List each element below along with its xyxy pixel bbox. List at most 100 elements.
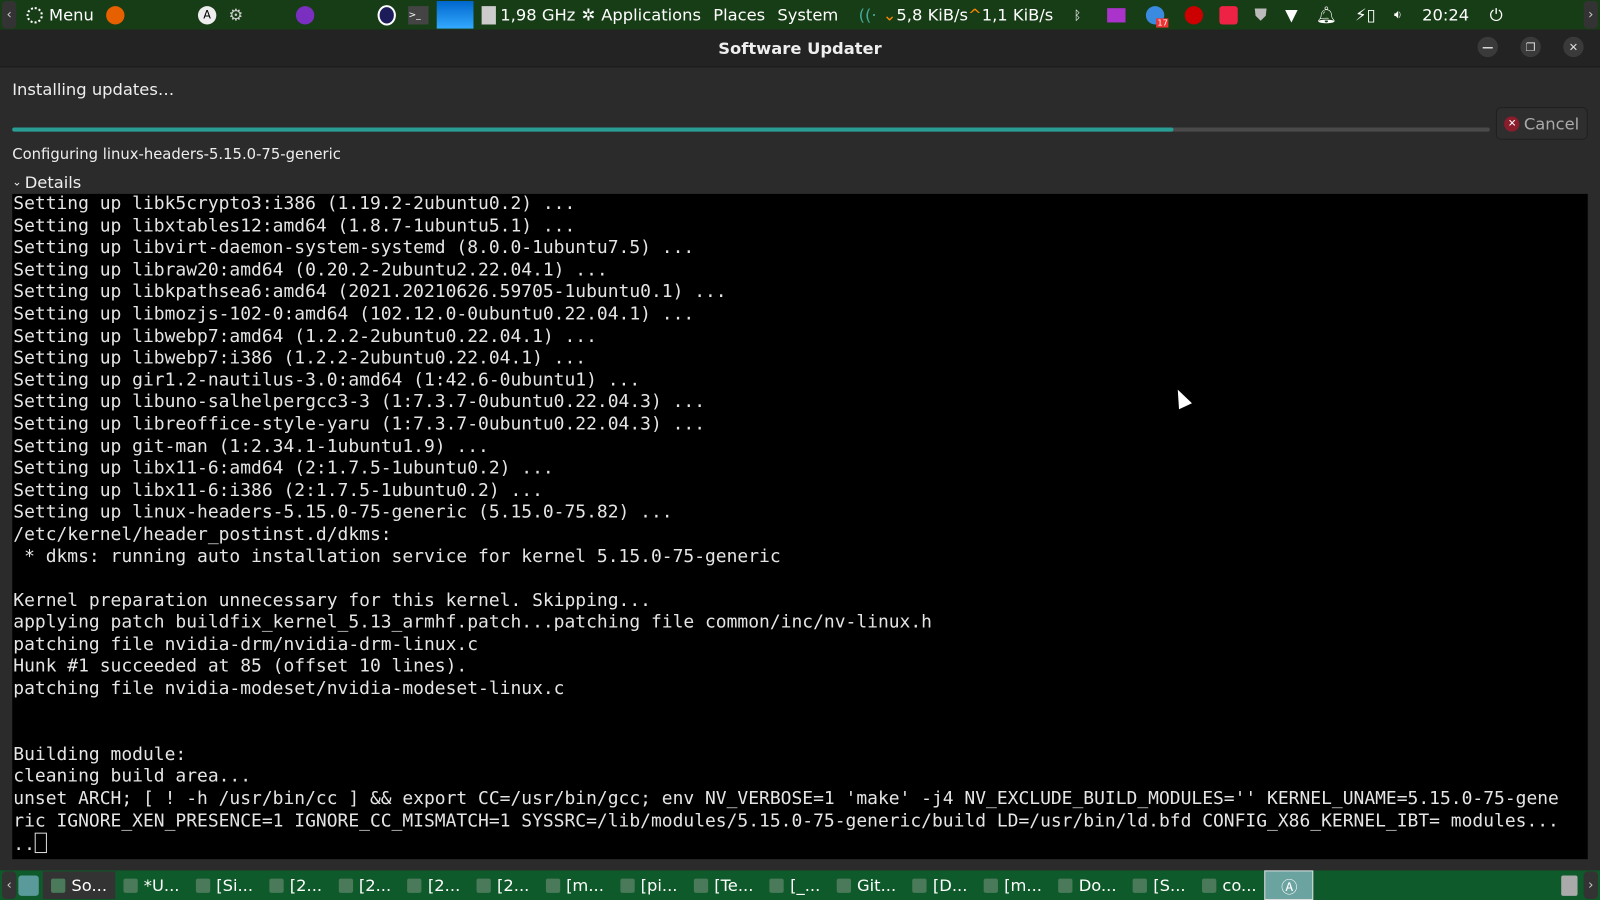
zip-icon bbox=[1201, 878, 1217, 893]
terminal-line: * dkms: running auto installation servic… bbox=[12, 546, 1587, 568]
taskbar-item[interactable]: *U... bbox=[115, 871, 187, 899]
terminal-cursor bbox=[34, 832, 48, 854]
terminal-line-text: cleaning build area... bbox=[13, 766, 252, 788]
wifi-signal-icon[interactable]: ▼ bbox=[1285, 5, 1298, 24]
audio-recorder-icon[interactable] bbox=[1107, 7, 1126, 22]
battery-icon[interactable]: ⚡▯ bbox=[1355, 5, 1375, 24]
image-icon bbox=[407, 878, 422, 893]
taskbar-item[interactable]: [pi... bbox=[612, 871, 686, 899]
show-desktop-icon[interactable] bbox=[18, 874, 39, 896]
terminal-line-text: ric IGNORE_XEN_PRESENCE=1 IGNORE_CC_MISM… bbox=[13, 810, 1559, 832]
terminal-line: patching file nvidia-drm/nvidia-drm-linu… bbox=[12, 635, 1587, 657]
taskbar-item[interactable]: [D... bbox=[904, 871, 975, 899]
minimize-button[interactable]: — bbox=[1477, 36, 1498, 58]
taskbar: ‹ So... *U... [Si... [2... [2... [2... [2... [m… bbox=[0, 870, 1600, 900]
terminal-line: Setting up libvirt-daemon-system-systemd… bbox=[12, 238, 1587, 260]
terminal-line: Setting up libwebp7:amd64 (1.2.2-2ubuntu… bbox=[12, 326, 1587, 348]
taskbar-item[interactable]: [2... bbox=[468, 871, 537, 899]
notifications-app-icon[interactable]: 17 bbox=[1146, 5, 1169, 28]
taskbar-item[interactable]: [Si... bbox=[188, 871, 262, 899]
applications-menu[interactable]: ✲ Applications bbox=[581, 5, 701, 24]
tor-browser-icon[interactable] bbox=[296, 5, 315, 24]
taskbar-item[interactable]: [m... bbox=[976, 871, 1051, 899]
window-titlebar: Software Updater — ❐ ✕ bbox=[0, 29, 1600, 68]
close-button[interactable]: ✕ bbox=[1563, 36, 1584, 58]
taskbar-item-label: [m... bbox=[1004, 875, 1042, 895]
record-icon[interactable] bbox=[1185, 5, 1204, 24]
gears-icon[interactable]: ⚙ bbox=[229, 5, 244, 24]
image-icon bbox=[269, 878, 284, 893]
details-expander[interactable]: ⌄ Details bbox=[12, 172, 81, 191]
panel-left-arrow-button[interactable]: ‹ bbox=[2, 1, 17, 29]
folder-icon bbox=[912, 878, 927, 893]
cpu-frequency: 1,98 GHz bbox=[500, 5, 576, 25]
clock[interactable]: 20:24 bbox=[1422, 5, 1469, 24]
terminal-line-text: .. bbox=[13, 834, 35, 856]
opera-icon[interactable] bbox=[377, 4, 397, 25]
terminal-line: Setting up libx11-6:amd64 (2:1.7.5-1ubun… bbox=[12, 458, 1587, 480]
upload-arrow-icon: ^ bbox=[968, 5, 982, 25]
terminal-line: Setting up libkpathsea6:amd64 (2021.2021… bbox=[12, 282, 1587, 304]
configuring-text: Configuring linux-headers-5.15.0-75-gene… bbox=[12, 146, 341, 164]
shield-icon[interactable]: ⛊ bbox=[1255, 5, 1267, 25]
taskbar-item[interactable]: Do... bbox=[1050, 871, 1125, 899]
terminal-line-text: Hunk #1 succeeded at 85 (offset 10 lines… bbox=[13, 656, 468, 678]
terminal-line-text: Setting up libuno-salhelpergcc3-3 (1:7.3… bbox=[13, 392, 706, 413]
archive-icon bbox=[983, 878, 999, 893]
taskbar-item-label: *U... bbox=[143, 875, 180, 895]
taskbar-item[interactable]: [S... bbox=[1125, 871, 1194, 899]
power-icon[interactable]: ⏻ bbox=[1490, 5, 1503, 25]
taskbar-item[interactable]: [2... bbox=[261, 871, 330, 899]
wifi-icon[interactable]: ((· bbox=[859, 5, 877, 24]
text-editor-icon bbox=[123, 878, 138, 893]
terminal-line-text: Setting up git-man (1:2.34.1-1ubuntu1.9)… bbox=[13, 436, 489, 457]
taskbar-item-label: So... bbox=[71, 875, 108, 895]
terminal-line-text: Setting up libxtables12:amd64 (1.8.7-1ub… bbox=[13, 215, 576, 237]
terminal-line-text: Setting up libwebp7:i386 (1.2.2-2ubuntu0… bbox=[13, 348, 587, 369]
volume-icon[interactable]: 🔉︎ bbox=[1394, 7, 1402, 22]
taskbar-item[interactable]: [2... bbox=[399, 871, 468, 899]
taskbar-right-arrow-button[interactable]: › bbox=[1583, 871, 1598, 899]
terminal-line: cleaning build area... bbox=[12, 767, 1587, 789]
taskbar-item[interactable]: Git... bbox=[828, 871, 904, 899]
taskbar-item[interactable]: [Te... bbox=[686, 871, 762, 899]
terminal-line-text: Kernel preparation unnecessary for this … bbox=[13, 590, 651, 611]
taskbar-item[interactable]: [2... bbox=[330, 871, 399, 899]
terminal-line: Setting up gir1.2-nautilus-3.0:amd64 (1:… bbox=[12, 370, 1587, 392]
status-text: Installing updates… bbox=[12, 79, 175, 99]
firefox-icon[interactable] bbox=[106, 5, 125, 24]
terminal-line: Setting up libraw20:amd64 (0.20.2-2ubunt… bbox=[12, 260, 1587, 282]
cancel-button[interactable]: ✕ Cancel bbox=[1495, 107, 1588, 140]
screen: ‹ Menu A ⚙ >_ 1,98 GHz ✲ Applications Pla… bbox=[0, 0, 1600, 900]
taskbar-item-label: [m... bbox=[566, 875, 604, 895]
taskbar-left-arrow-button[interactable]: ‹ bbox=[2, 871, 17, 899]
software-updater-icon[interactable]: A bbox=[197, 5, 217, 24]
taskbar-item-label: [Si... bbox=[216, 875, 254, 895]
panel-right-arrow-button[interactable]: › bbox=[1583, 1, 1598, 29]
bluetooth-icon[interactable]: ᛒ bbox=[1074, 8, 1081, 22]
places-menu[interactable]: Places bbox=[713, 5, 765, 24]
main-menu-button[interactable]: Menu bbox=[26, 5, 94, 24]
blocker-icon[interactable] bbox=[1219, 5, 1239, 24]
software-updater-icon bbox=[51, 878, 66, 893]
telegram-icon bbox=[693, 878, 709, 893]
terminal-line-text: patching file nvidia-modeset/nvidia-mode… bbox=[13, 678, 565, 700]
taskbar-item[interactable]: co... bbox=[1194, 871, 1265, 899]
terminal-icon[interactable]: >_ bbox=[408, 5, 429, 24]
trash-icon[interactable] bbox=[1561, 874, 1578, 896]
terminal-line-text: Setting up libk5crypto3:i386 (1.19.2-2ub… bbox=[13, 193, 576, 215]
bell-icon[interactable]: 🔔︎ bbox=[1316, 5, 1337, 24]
taskbar-item[interactable]: So... bbox=[42, 871, 116, 899]
cancel-label: Cancel bbox=[1523, 113, 1580, 134]
chevron-down-icon: ⌄ bbox=[12, 175, 22, 189]
ubuntu-logo-icon: ✲ bbox=[581, 5, 596, 25]
taskbar-item[interactable]: [m... bbox=[537, 871, 612, 899]
terminal-output[interactable]: Setting up libk5crypto3:i386 (1.19.2-2ub… bbox=[12, 193, 1588, 860]
terminal-line: Setting up libmozjs-102-0:amd64 (102.12.… bbox=[12, 304, 1587, 326]
maximize-button[interactable]: ❐ bbox=[1520, 36, 1541, 58]
window-title: Software Updater bbox=[718, 38, 882, 58]
firefox-icon bbox=[836, 878, 851, 893]
system-menu[interactable]: System bbox=[777, 5, 838, 24]
taskbar-item[interactable]: [_... bbox=[762, 871, 829, 899]
workspace-software-updater-button[interactable]: Ⓐ bbox=[1264, 870, 1314, 900]
